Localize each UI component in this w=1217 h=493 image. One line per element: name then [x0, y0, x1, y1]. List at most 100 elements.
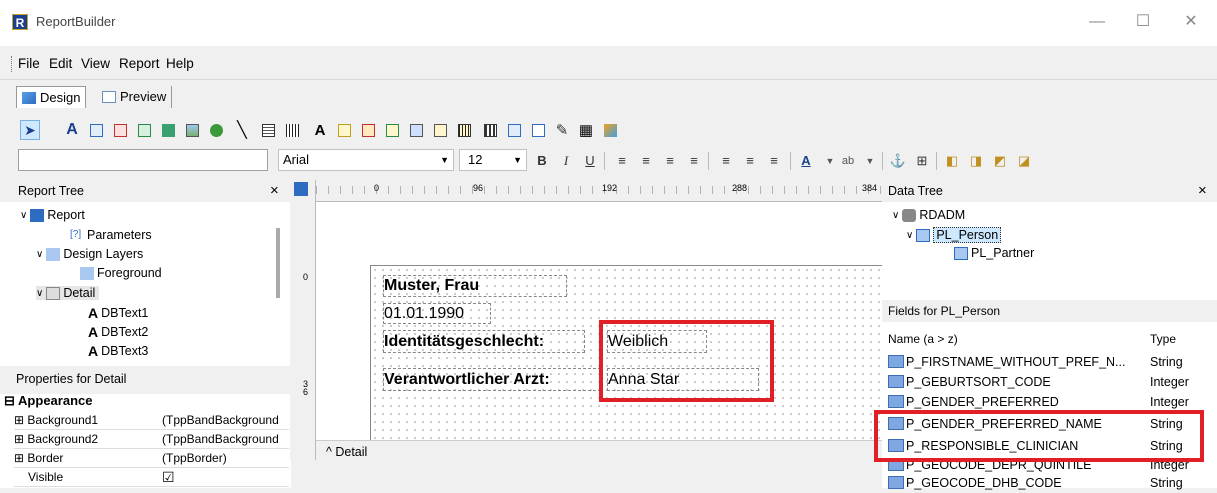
dbtext-name[interactable]: Muster, Frau [383, 275, 567, 297]
valign-bottom-button[interactable]: ≡ [764, 151, 784, 171]
parameters-icon: [?] [70, 228, 82, 240]
align-objects-icon[interactable]: ◩ [990, 151, 1010, 171]
dbcalc-tool-icon[interactable] [382, 120, 402, 140]
barcode-tool-icon[interactable] [282, 120, 302, 140]
valign-center-button[interactable]: ≡ [740, 151, 760, 171]
fields-col-name[interactable]: Name (a > z) [888, 332, 958, 346]
close-window-icon[interactable]: ✕ [1176, 10, 1206, 34]
fields-col-type[interactable]: Type [1150, 332, 1176, 346]
report-tree-close-icon[interactable]: × [270, 182, 279, 199]
prop-row-background2[interactable]: ⊞ Background2 (TppBandBackground [14, 430, 289, 449]
font-color-dropdown[interactable]: ▼ [820, 151, 840, 171]
ole-tool-icon[interactable] [206, 120, 226, 140]
label-gender-identity[interactable]: Identitätsgeschlecht: [383, 330, 585, 353]
space-objects-icon[interactable]: ◪ [1014, 151, 1034, 171]
prop-row-border[interactable]: ⊞ Border (TppBorder) [14, 449, 289, 468]
tree-scrollbar[interactable] [276, 228, 280, 298]
data-tree-close-icon[interactable]: × [1198, 182, 1207, 199]
line-tool-icon[interactable]: ╲ [232, 120, 252, 140]
dbtext-icon: A [88, 324, 99, 340]
ruler-corner-icon[interactable] [294, 182, 308, 196]
field-row[interactable]: P_GENDER_PREFERRED Integer [888, 392, 1208, 412]
component-toolbar: ➤ A ╲ A ✎ ▦ [0, 114, 1217, 146]
bold-button[interactable]: B [532, 151, 552, 171]
font-size-select[interactable]: 12 ▼ [459, 149, 527, 171]
variable-tool-icon[interactable] [158, 120, 178, 140]
dbcheckbox-tool-icon[interactable] [430, 120, 450, 140]
tree-item-report[interactable]: ∨ Report [20, 208, 85, 222]
menu-view[interactable]: View [81, 56, 110, 71]
dbimage-tool-icon[interactable] [406, 120, 426, 140]
field-row[interactable]: P_GEBURTSORT_CODE Integer [888, 372, 1208, 392]
align-left-button[interactable]: ≡ [612, 151, 632, 171]
visible-checkbox[interactable]: ☑ [162, 468, 175, 486]
tree-item-foreground[interactable]: Foreground [80, 266, 162, 280]
tree-item-parameters[interactable]: [?] Parameters [70, 228, 152, 242]
highlight-color-icon[interactable]: ab [838, 151, 858, 171]
bring-front-icon[interactable]: ◧ [942, 151, 962, 171]
field-row[interactable]: P_GEOCODE_DHB_CODE String [888, 473, 1208, 493]
menu-help[interactable]: Help [166, 56, 194, 71]
properties-section-appearance[interactable]: ⊟ Appearance [4, 393, 92, 409]
image-tool-icon[interactable] [182, 120, 202, 140]
tab-preview[interactable]: Preview [97, 86, 173, 108]
underline-button[interactable]: U [580, 151, 600, 171]
table-tool-icon[interactable]: ▦ [576, 120, 596, 140]
detail-band-bar[interactable]: ^ Detail [316, 440, 882, 462]
border-icon[interactable]: ⊞ [912, 151, 932, 171]
data-tree-title: Data Tree [888, 184, 943, 198]
field-row[interactable]: P_FIRSTNAME_WITHOUT_PREF_N... String [888, 352, 1208, 372]
dbtext-tool-icon[interactable] [258, 120, 278, 140]
field-icon [888, 395, 904, 408]
crosstab-tool-icon[interactable] [528, 120, 548, 140]
paint-tool-icon[interactable]: ✎ [552, 120, 572, 140]
minimize-icon[interactable]: — [1082, 10, 1112, 34]
dbmemo-tool-icon[interactable] [334, 120, 354, 140]
layers-icon [46, 247, 61, 261]
dbbarcode-tool-icon[interactable] [454, 120, 474, 140]
tree-item-design-layers[interactable]: ∨ Design Layers [36, 247, 143, 261]
font-name-select[interactable]: Arial ▼ [278, 149, 454, 171]
prop-row-visible[interactable]: Visible ☑ [14, 468, 289, 487]
tree-item-dbtext1[interactable]: A DBText1 [88, 305, 148, 321]
component-select[interactable] [18, 149, 268, 171]
data-tree-item-pl-person[interactable]: ∨ PL_Person [906, 227, 1002, 243]
memo-tool-icon[interactable] [86, 120, 106, 140]
title-bar: R ReportBuilder — ☐ ✕ [0, 0, 1217, 46]
dblabel-tool-icon[interactable]: A [310, 120, 330, 140]
dbtext-icon: A [88, 305, 99, 321]
align-center-button[interactable]: ≡ [636, 151, 656, 171]
font-color-icon[interactable]: A [796, 151, 816, 171]
menu-edit[interactable]: Edit [49, 56, 72, 71]
label-tool-icon[interactable]: A [62, 120, 82, 140]
anchor-icon[interactable]: ⚓ [888, 151, 908, 171]
tree-item-dbtext3[interactable]: A DBText3 [88, 343, 148, 359]
map-tool-icon[interactable] [600, 120, 620, 140]
prop-row-background1[interactable]: ⊞ Background1 (TppBandBackground [14, 411, 289, 430]
italic-button[interactable]: I [556, 151, 576, 171]
send-back-icon[interactable]: ◨ [966, 151, 986, 171]
align-right-button[interactable]: ≡ [660, 151, 680, 171]
valign-top-button[interactable]: ≡ [716, 151, 736, 171]
region-tool-icon[interactable] [480, 120, 500, 140]
properties-title: Properties for Detail [0, 366, 291, 394]
highlight-color-dropdown[interactable]: ▼ [860, 151, 880, 171]
calc-tool-icon[interactable] [134, 120, 154, 140]
tab-design[interactable]: Design [16, 86, 87, 108]
dbrichtext-tool-icon[interactable] [358, 120, 378, 140]
database-icon [902, 208, 917, 222]
report-tree-panel: Report Tree × ∨ Report [?] Parameters ∨ … [0, 180, 291, 366]
richtext-tool-icon[interactable] [110, 120, 130, 140]
select-pointer-icon[interactable]: ➤ [20, 120, 40, 140]
tree-item-detail[interactable]: ∨ Detail [36, 286, 100, 300]
data-tree-item-rdadm[interactable]: ∨ RDADM [892, 208, 965, 222]
menu-report[interactable]: Report [119, 56, 160, 71]
menu-file[interactable]: File [18, 56, 40, 71]
subreport-tool-icon[interactable] [504, 120, 524, 140]
data-tree-item-pl-partner[interactable]: PL_Partner [954, 246, 1034, 260]
justify-button[interactable]: ≡ [684, 151, 704, 171]
tree-item-dbtext2[interactable]: A DBText2 [88, 324, 148, 340]
maximize-icon[interactable]: ☐ [1128, 10, 1158, 34]
dbtext-birthdate[interactable]: 01.01.1990 [383, 303, 491, 324]
label-responsible-doctor[interactable]: Verantwortlicher Arzt: [383, 368, 601, 391]
